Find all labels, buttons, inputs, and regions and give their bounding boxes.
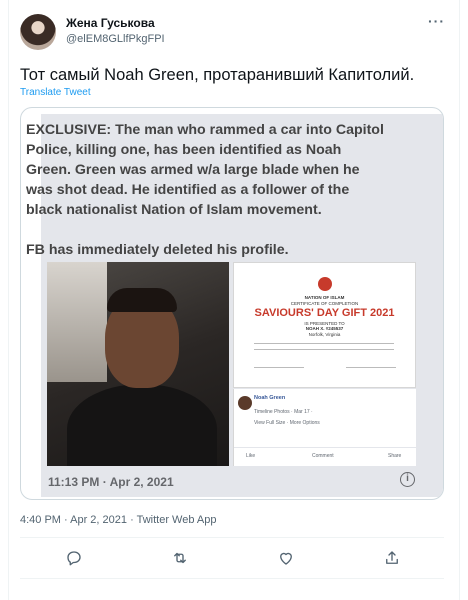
certificate-subtitle: CERTIFICATE OF COMPLETION: [290, 301, 359, 306]
tweet-meta[interactable]: 4:40 PM · Apr 2, 2021 · Twitter Web App: [20, 514, 216, 526]
facebook-post-snippet: Noah Green Timeline Photos · Mar 17 · Vi…: [233, 389, 416, 466]
embedded-timestamp: 11:13 PM · Apr 2, 2021: [48, 475, 174, 489]
certificate-title: SAVIOURS' DAY GIFT 2021: [254, 307, 395, 319]
divider: [20, 537, 444, 538]
fb-view-options: View Full Size · More Options: [254, 420, 320, 426]
info-icon: i: [400, 472, 415, 487]
nation-of-islam-logo-icon: [318, 277, 332, 291]
fb-avatar: [238, 396, 252, 410]
fb-name: Noah Green: [254, 395, 286, 401]
more-options-icon[interactable]: ···: [428, 13, 445, 29]
certificate-location: Norfolk, Virginia: [308, 332, 341, 337]
embedded-photo: [47, 262, 229, 466]
fb-like: Like: [246, 453, 256, 459]
share-icon[interactable]: [383, 549, 401, 567]
divider: [20, 578, 444, 579]
embedded-tweet-text: EXCLUSIVE: The man who rammed a car into…: [26, 122, 384, 258]
retweet-icon[interactable]: [171, 549, 189, 567]
certificate-recipient: NOAH X. #245537: [305, 326, 344, 331]
fb-comment: Comment: [312, 453, 334, 459]
fb-share: Share: [388, 453, 402, 459]
translate-tweet-link[interactable]: Translate Tweet: [20, 87, 91, 98]
certificate-org: NATION OF ISLAM: [304, 295, 345, 300]
certificate-image: NATION OF ISLAM CERTIFICATE OF COMPLETIO…: [233, 262, 416, 388]
author-handle[interactable]: @elEM8GLlfPkgFPI: [66, 33, 165, 45]
fb-meta: Timeline Photos · Mar 17 ·: [254, 409, 313, 415]
reply-icon[interactable]: [65, 549, 83, 567]
like-icon[interactable]: [277, 549, 295, 567]
author-name[interactable]: Жена Гуськова: [66, 16, 155, 30]
avatar[interactable]: [20, 14, 56, 50]
tweet-text: Тот самый Noah Green, протаранивший Капи…: [20, 66, 415, 84]
